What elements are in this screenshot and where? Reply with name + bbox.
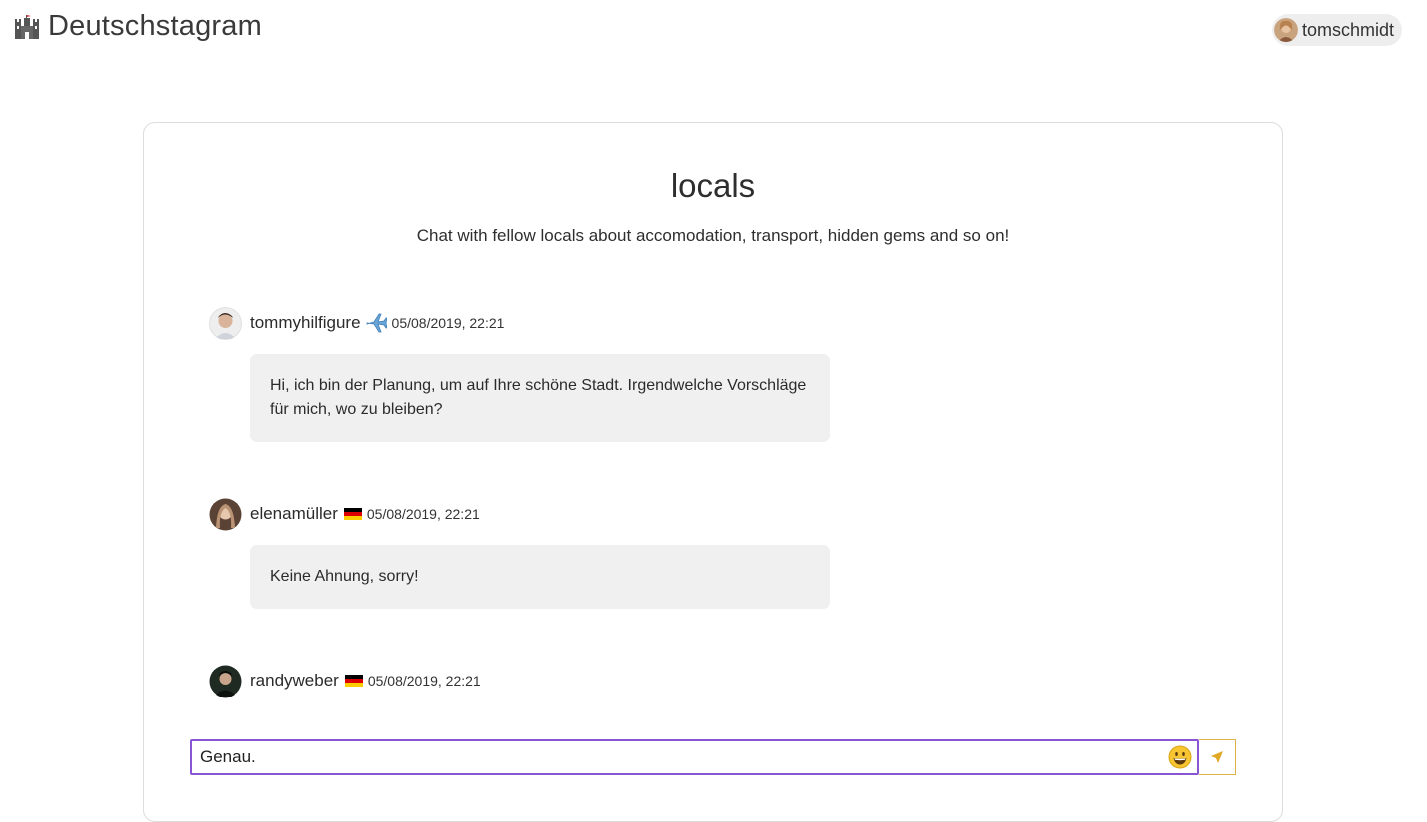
avatar[interactable] bbox=[209, 306, 242, 340]
avatar bbox=[1273, 18, 1298, 42]
message-composer bbox=[190, 739, 1236, 775]
page-title: locals bbox=[670, 167, 756, 204]
username: tomschmidt bbox=[1301, 19, 1394, 40]
message-input[interactable] bbox=[190, 739, 1199, 775]
message-author[interactable]: randyweber bbox=[250, 671, 339, 691]
avatar[interactable] bbox=[209, 665, 242, 698]
paper-plane-icon bbox=[1211, 751, 1223, 763]
send-button[interactable] bbox=[1199, 739, 1236, 775]
message: tommyhilfigure 05/08/2019, 22:21 Hi, ich… bbox=[209, 306, 849, 442]
message-header: tommyhilfigure 05/08/2019, 22:21 bbox=[209, 306, 849, 340]
brand-link[interactable]: Deutschstagram bbox=[14, 10, 262, 43]
grinning-face-icon[interactable] bbox=[1168, 745, 1192, 769]
avatar[interactable] bbox=[209, 498, 242, 531]
room-description: Chat with fellow locals about accomodati… bbox=[416, 226, 1010, 245]
message-author[interactable]: tommyhilfigure bbox=[250, 313, 361, 333]
germany-flag-icon bbox=[344, 675, 363, 687]
message-bubble: Hi, ich bin der Planung, um auf Ihre sch… bbox=[250, 354, 830, 442]
message-author[interactable]: elenamüller bbox=[250, 504, 338, 524]
message-timestamp: 05/08/2019, 22:21 bbox=[367, 673, 481, 689]
message-timestamp: 05/08/2019, 22:21 bbox=[391, 315, 505, 331]
brand-name: Deutschstagram bbox=[48, 10, 262, 42]
top-bar: Deutschstagram tomschmidt bbox=[0, 0, 1427, 60]
message-timestamp: 05/08/2019, 22:21 bbox=[366, 506, 480, 522]
message-bubble: Keine Ahnung, sorry! bbox=[250, 545, 830, 609]
germany-flag-icon bbox=[343, 508, 362, 520]
user-menu[interactable]: tomschmidt bbox=[1271, 14, 1402, 46]
castle-icon bbox=[15, 14, 39, 39]
airplane-icon bbox=[366, 313, 387, 333]
message-header: elenamüller 05/08/2019, 22:21 bbox=[209, 497, 849, 531]
message: randyweber 05/08/2019, 22:21 bbox=[209, 664, 849, 698]
message-header: randyweber 05/08/2019, 22:21 bbox=[209, 664, 849, 698]
chat-room-card: locals Chat with fellow locals about acc… bbox=[143, 122, 1283, 822]
message: elenamüller 05/08/2019, 22:21 Keine Ahnu… bbox=[209, 497, 849, 609]
